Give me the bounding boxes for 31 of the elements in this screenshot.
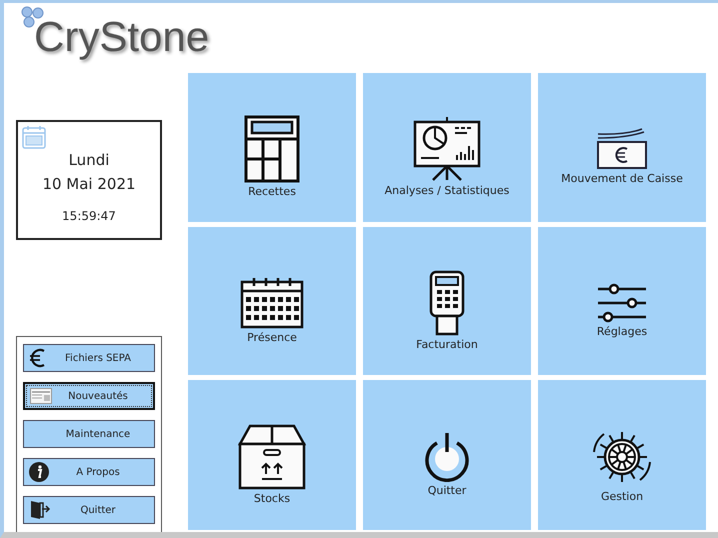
tile-button[interactable]: Facturation	[363, 227, 531, 375]
euro-icon	[29, 348, 47, 368]
tile-button[interactable]: Gestion	[538, 380, 706, 530]
tile-button[interactable]: Mouvement de Caisse	[538, 73, 706, 222]
tile-button[interactable]: Présence	[188, 227, 356, 375]
tile-button[interactable]: Stocks	[188, 380, 356, 530]
payment-terminal-icon	[429, 270, 465, 336]
newspaper-icon	[30, 388, 52, 404]
side-button[interactable]: Maintenance	[23, 420, 155, 448]
tile-button[interactable]: Analyses / Statistiques	[363, 73, 531, 222]
logo-text: CryStone	[34, 13, 210, 61]
side-button[interactable]: Nouveautés	[23, 382, 155, 410]
calendar-icon	[240, 276, 304, 328]
door-exit-icon	[29, 500, 51, 520]
date-text: 10 Mai 2021	[42, 174, 136, 195]
tile-button[interactable]: Recettes	[188, 73, 356, 222]
calendar-icon	[22, 125, 46, 149]
side-button[interactable]: A Propos	[23, 458, 155, 486]
banknote-icon	[596, 128, 648, 170]
sliders-icon	[596, 282, 648, 322]
info-icon	[29, 462, 49, 482]
power-icon	[423, 432, 471, 482]
presentation-board-icon	[413, 116, 481, 182]
tile-button[interactable]: Quitter	[363, 380, 531, 530]
day-text: Lundi	[68, 150, 110, 171]
tile-button[interactable]: Réglages	[538, 227, 706, 375]
side-button[interactable]: Quitter	[23, 496, 155, 524]
box-icon	[238, 424, 306, 490]
side-button[interactable]: Fichiers SEPA	[23, 344, 155, 372]
time-text: 15:59:47	[62, 209, 116, 223]
calculator-icon	[244, 115, 300, 183]
